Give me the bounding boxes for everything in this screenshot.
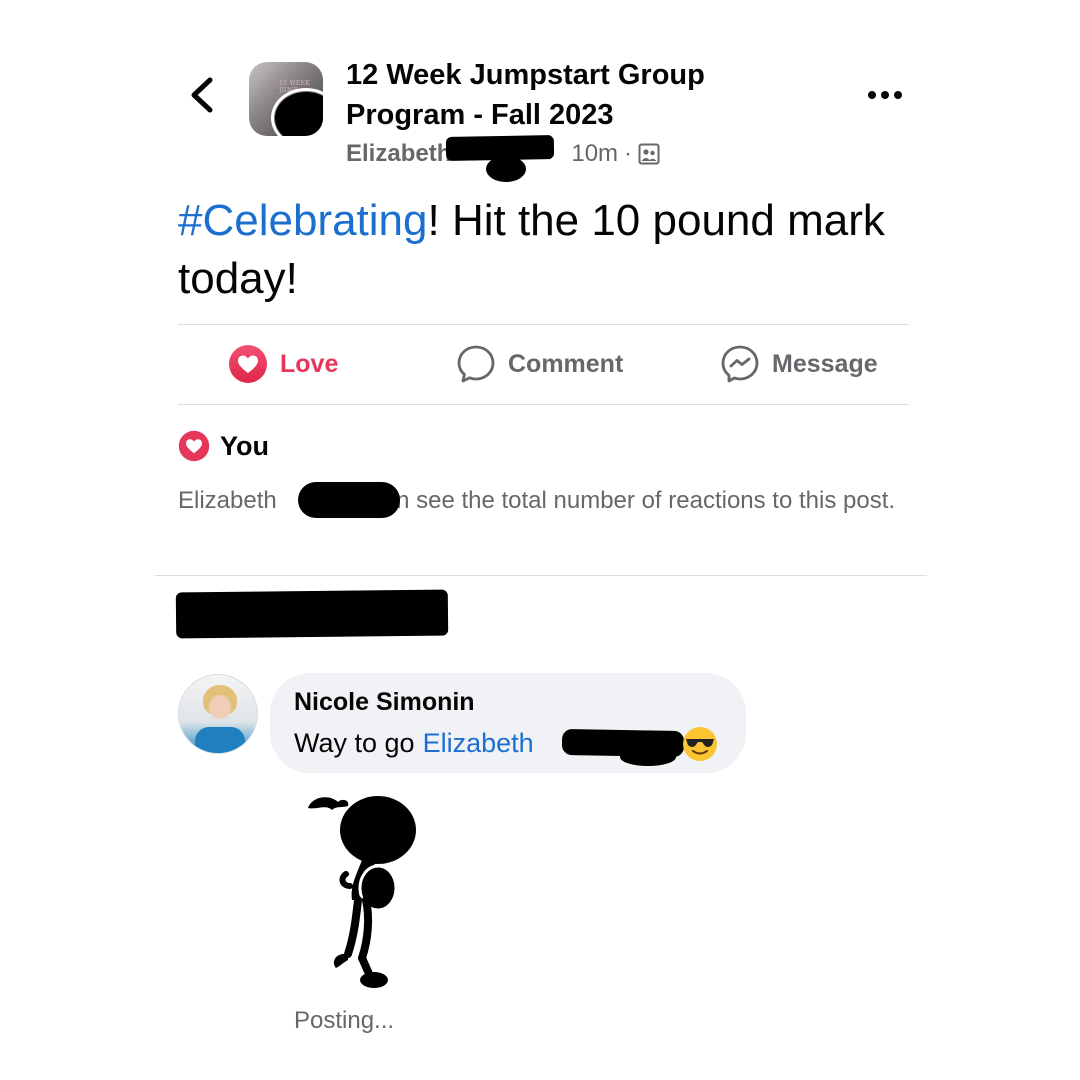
group-avatar[interactable]: 12 WEEK JUMP xyxy=(249,62,323,136)
reactor-name: You xyxy=(220,430,269,461)
redaction-mark xyxy=(486,156,526,182)
chevron-left-icon xyxy=(191,77,213,113)
reactions-privacy-note: Elizabeth an see the total number of reac… xyxy=(178,485,898,517)
message-button[interactable]: Message xyxy=(720,338,878,390)
comment-label: Comment xyxy=(508,349,624,378)
heart-reaction-icon xyxy=(229,345,267,383)
comment-button[interactable]: Comment xyxy=(456,338,623,390)
sunglasses-emoji-icon xyxy=(683,727,717,761)
back-button[interactable] xyxy=(182,72,226,118)
comment-body: Way to go xyxy=(294,727,415,758)
divider xyxy=(178,324,909,325)
comment-author[interactable]: Nicole Simonin xyxy=(294,688,475,717)
posting-status: Posting... xyxy=(294,1007,395,1034)
redaction-mark xyxy=(175,589,449,639)
divider xyxy=(178,404,909,405)
mention-link[interactable]: Elizabeth xyxy=(423,728,534,759)
section-divider xyxy=(155,575,927,576)
redaction-mark xyxy=(298,482,400,518)
more-options-button[interactable] xyxy=(860,78,910,112)
messenger-icon xyxy=(721,345,759,383)
sticker-image xyxy=(308,796,416,988)
group-title[interactable]: 12 Week Jumpstart Group Program - Fall 2… xyxy=(346,55,786,135)
group-audience-icon xyxy=(638,143,660,165)
heart-reaction-icon xyxy=(178,430,210,462)
post-time[interactable]: 10m xyxy=(571,140,618,168)
love-label: Love xyxy=(280,349,339,378)
message-label: Message xyxy=(772,349,878,378)
hashtag-link[interactable]: #Celebrating xyxy=(178,196,428,245)
avatar-shirt xyxy=(195,727,245,753)
post-text: #Celebrating! Hit the 10 pound mark toda… xyxy=(178,192,898,308)
author-name[interactable]: Elizabeth xyxy=(346,140,451,168)
note-name: Elizabeth xyxy=(178,487,277,514)
more-dots-icon xyxy=(868,91,902,99)
redaction-mark xyxy=(620,748,676,766)
reactions-summary[interactable]: You xyxy=(178,426,269,466)
love-button[interactable]: Love xyxy=(228,338,338,390)
comment-text: Way to go Elizabeth xyxy=(294,725,534,761)
note-text: an see the total number of reactions to … xyxy=(382,487,896,514)
commenter-avatar[interactable] xyxy=(178,674,258,754)
avatar-face xyxy=(209,695,231,719)
comment-bubble-icon xyxy=(457,345,495,383)
meta-separator: · xyxy=(624,140,633,167)
